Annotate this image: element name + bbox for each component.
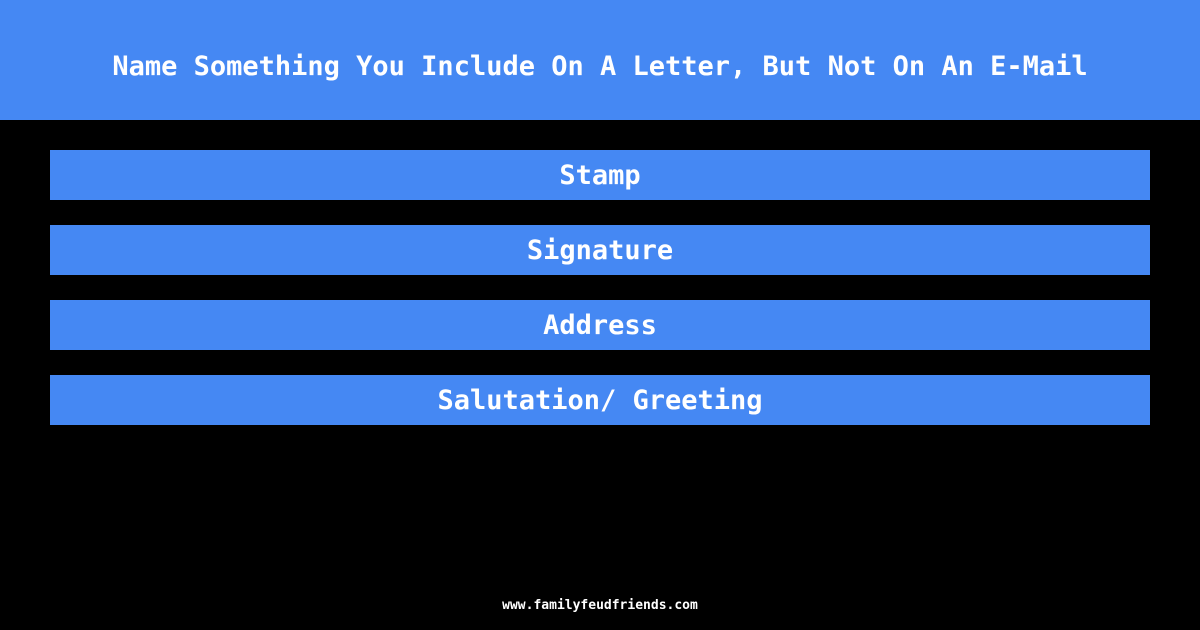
answer-label: Salutation/ Greeting bbox=[437, 384, 763, 416]
answer-label: Address bbox=[543, 309, 657, 341]
answer-item: Address bbox=[50, 300, 1150, 350]
answer-item: Salutation/ Greeting bbox=[50, 375, 1150, 425]
site-url: www.familyfeudfriends.com bbox=[502, 598, 698, 613]
question-title: Name Something You Include On A Letter, … bbox=[112, 50, 1088, 82]
question-header: Name Something You Include On A Letter, … bbox=[0, 0, 1200, 120]
answer-label: Stamp bbox=[559, 159, 641, 191]
answer-item: Stamp bbox=[50, 150, 1150, 200]
answer-list: Stamp Signature Address Salutation/ Gree… bbox=[50, 150, 1150, 450]
answer-item: Signature bbox=[50, 225, 1150, 275]
answer-label: Signature bbox=[526, 234, 674, 266]
